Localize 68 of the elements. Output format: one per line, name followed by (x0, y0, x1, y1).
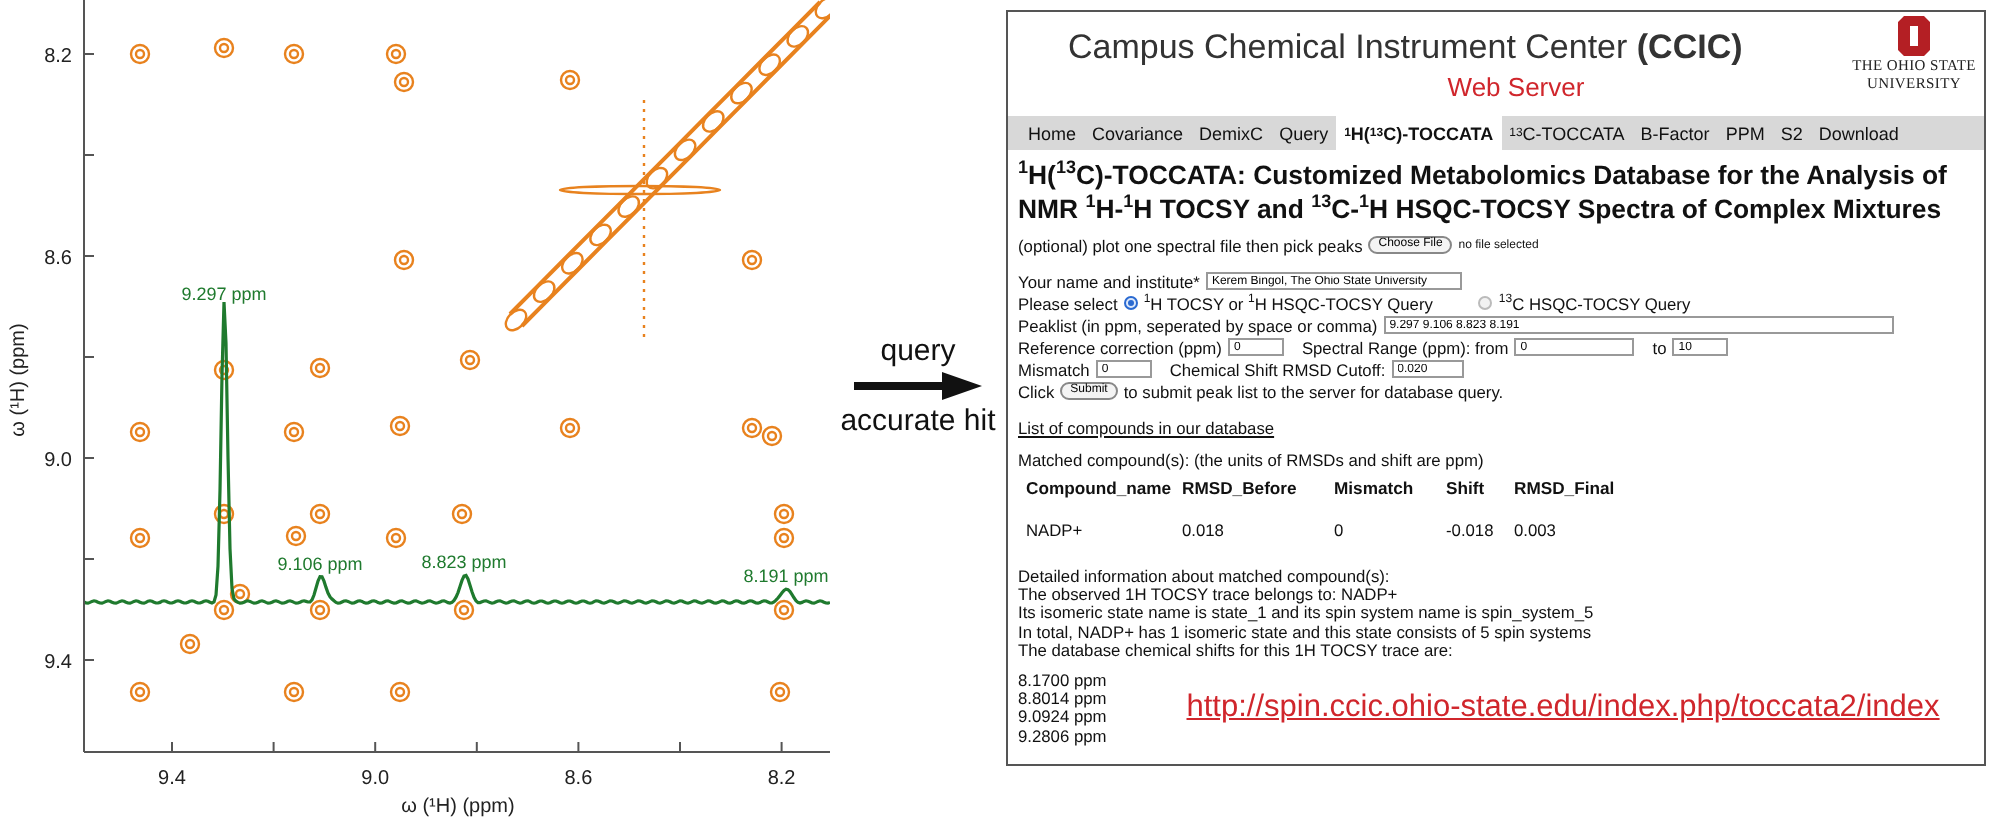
detail-line: The observed 1H TOCSY trace belongs to: NADP+ (1018, 586, 1400, 605)
query-label: query (880, 334, 956, 368)
tick-label: 9.0 (44, 450, 72, 472)
column-header: Mismatch (1334, 478, 1416, 498)
table-cell-text: 0 (1334, 520, 1346, 540)
logo-icon (1898, 16, 1930, 56)
axis-title: ω (¹H) (ppm) (401, 796, 515, 818)
field-label: Reference correction (ppm) (1018, 337, 1222, 357)
site-subtitle: Web Server (1447, 72, 1585, 102)
table-cell-text: 0.003 (1514, 520, 1558, 540)
result-label: accurate hit (840, 404, 996, 438)
url-link[interactable]: http://spin.ccic.ohio-state.edu/index.php/toccata2/index (1186, 690, 1940, 727)
axis-title: ω (¹H) (ppm) (8, 323, 30, 437)
page-heading: $^{1}$H($^{13}$C)-TOCCATA: Customized Metabolomics Database for the Analysis of NMR $^{1}$H-$^{1}$H TOCSY and $^{13}$C-$^{1}$H HSQC-TOCSY Spectra of Complex Mixtures (1016, 155, 1949, 228)
matched-caption: Matched compound(s): (the units of RMSDs and shift are ppm) (1018, 449, 1484, 469)
radio-label: $^{13}$C HSQC-TOCSY Query (1498, 293, 1691, 313)
detail-line: Its isomeric state name is state_1 and its spin system name is spin_system_5 (1018, 604, 1596, 624)
tick-label: 8.6 (44, 248, 72, 270)
detail-line: The database chemical shifts for this 1H TOCSY trace are: (1018, 641, 1455, 661)
column-header: Shift (1446, 478, 1487, 498)
field-label: Spectral Range (ppm): from (1301, 337, 1509, 357)
nav-tab[interactable]: Home (1020, 116, 1085, 150)
nav-tab[interactable]: S2 (1772, 116, 1811, 150)
peak-label: 8.191 ppm (743, 566, 829, 586)
peak-label: 9.106 ppm (277, 554, 363, 574)
shift-value: 8.8014 ppm (1018, 690, 1107, 709)
tick-label: 9.0 (361, 768, 390, 790)
peak-label: 8.823 ppm (421, 552, 507, 572)
shift-value: 8.1700 ppm (1018, 672, 1107, 691)
tick-label: 8.2 (767, 768, 796, 790)
nav-tab[interactable]: DemixC (1191, 116, 1272, 150)
column-header: Compound_name (1026, 478, 1174, 498)
field-label: Mismatch (1018, 359, 1090, 379)
site-title: Campus Chemical Instrument Center (CCIC) (1068, 28, 1745, 68)
tick-label: 9.4 (158, 768, 186, 790)
nav-tab[interactable]: Query (1271, 116, 1337, 150)
detail-line: Detailed information about matched compound(s): (1018, 568, 1392, 587)
radio-label: $^{1}$H TOCSY or $^{1}$H HSQC-TOCSY Query (1143, 293, 1433, 313)
field-label: Your name and institute* (1018, 271, 1200, 291)
nav-tab[interactable]: $^{13}$C-TOCCATA (1501, 116, 1633, 150)
radio-button[interactable] (1478, 296, 1493, 310)
table-cell-text: NADP+ (1026, 520, 1085, 540)
peak-label: 9.297 ppm (181, 284, 267, 304)
nav-tab[interactable]: Download (1810, 116, 1907, 150)
right-arrow (854, 372, 982, 400)
instruction-text: Click (1018, 381, 1055, 401)
nav-tab[interactable]: $^{1}$H($^{13}$C)-TOCCATA (1336, 116, 1502, 150)
detail-line: In total, NADP+ has 1 isomeric state and this state consists of 5 spin systems (1018, 623, 1592, 642)
radio-button[interactable] (1123, 296, 1138, 310)
nav-tab[interactable]: Covariance (1084, 116, 1192, 150)
nav-tab[interactable]: B-Factor (1632, 116, 1718, 150)
tick-label: 8.2 (44, 46, 72, 68)
field-label: (optional) plot one spectral file then pick peaks (1018, 235, 1363, 255)
field-label: to (1652, 337, 1667, 357)
tick-label: 9.4 (44, 652, 72, 674)
table-cell-text: -0.018 (1446, 520, 1496, 540)
shift-value: 9.0924 ppm (1018, 708, 1107, 728)
column-header: RMSD_Before (1182, 478, 1299, 498)
field-label: Chemical Shift RMSD Cutoff: (1169, 359, 1386, 379)
field-label: Peaklist (in ppm, seperated by space or comma) (1018, 315, 1378, 335)
nav-tab[interactable]: PPM (1717, 116, 1773, 150)
tick-label: 8.6 (564, 768, 593, 790)
column-header: RMSD_Final (1514, 478, 1617, 498)
compounds-link[interactable]: List of compounds in our database (1018, 417, 1275, 437)
shift-value: 9.2806 ppm (1018, 727, 1107, 746)
instruction-text: to submit peak list to the server for database query. (1123, 381, 1504, 401)
table-cell-text: 0.018 (1182, 520, 1226, 540)
field-label: Please select (1018, 293, 1118, 313)
